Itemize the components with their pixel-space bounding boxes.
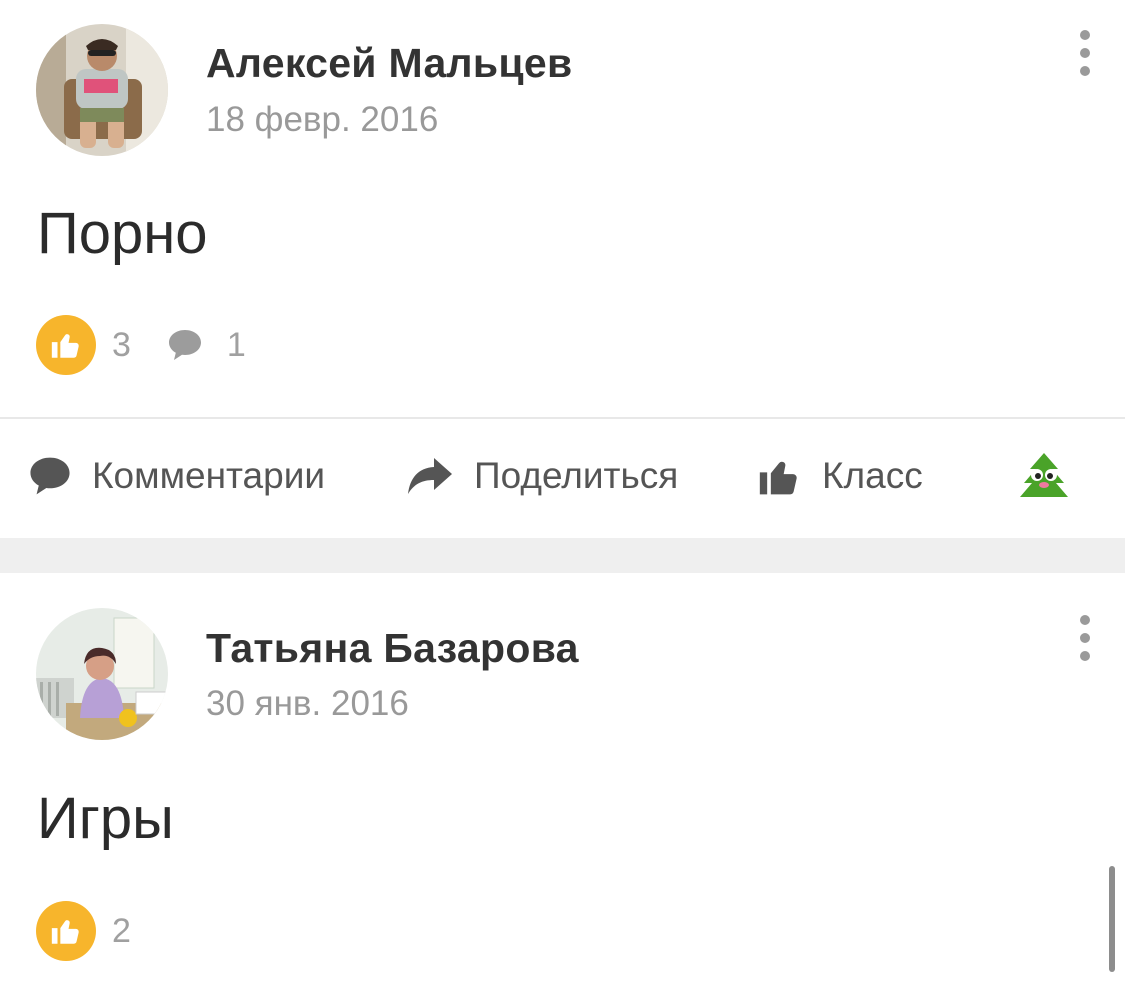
thumbs-up-icon[interactable] — [36, 901, 96, 961]
share-button[interactable]: Поделиться — [406, 446, 678, 506]
feed-separator — [0, 538, 1125, 573]
post-text: Порно — [37, 201, 208, 266]
comment-bubble-icon[interactable] — [167, 328, 203, 362]
comments-label: Комментарии — [92, 455, 326, 496]
comment-bubble-icon — [28, 454, 72, 498]
feed-post: Татьяна Базарова 30 янв. 2016 Игры 2 — [0, 573, 1125, 991]
more-vertical-icon[interactable] — [1075, 30, 1095, 76]
class-label: Класс — [822, 455, 923, 496]
share-arrow-icon — [406, 454, 454, 498]
author-avatar[interactable] — [36, 24, 168, 156]
like-count: 3 — [112, 325, 131, 364]
like-count: 2 — [112, 911, 131, 950]
tree-present-icon — [1016, 451, 1072, 501]
more-vertical-icon[interactable] — [1075, 615, 1095, 661]
post-stats: 3 1 — [36, 315, 246, 375]
class-button[interactable]: Класс — [758, 446, 923, 506]
comment-count: 1 — [226, 325, 246, 364]
thumbs-up-icon — [758, 454, 802, 498]
share-label: Поделиться — [474, 455, 679, 496]
comments-button[interactable]: Комментарии — [28, 446, 325, 506]
author-name[interactable]: Алексей Мальцев — [206, 40, 573, 87]
author-avatar[interactable] — [36, 608, 168, 740]
post-date: 18 февр. 2016 — [206, 100, 439, 139]
author-name[interactable]: Татьяна Базарова — [206, 625, 579, 672]
post-text: Игры — [37, 786, 174, 851]
present-button[interactable] — [1016, 446, 1092, 506]
post-stats: 2 — [36, 901, 131, 961]
post-date: 30 янв. 2016 — [206, 684, 409, 723]
divider — [0, 417, 1125, 419]
post-actions-bar: Комментарии Поделиться Класс — [0, 446, 1125, 506]
scrollbar[interactable] — [1109, 866, 1115, 972]
thumbs-up-icon[interactable] — [36, 315, 96, 375]
feed-post: Алексей Мальцев 18 февр. 2016 Порно 3 1 … — [0, 0, 1125, 538]
